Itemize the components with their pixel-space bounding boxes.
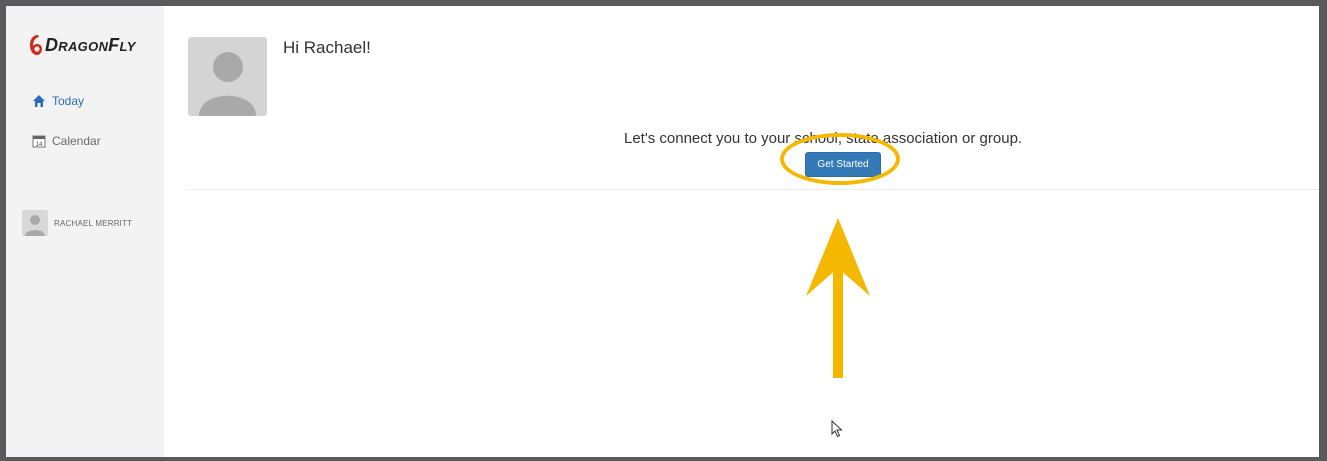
calendar-icon: 14 bbox=[32, 135, 46, 148]
dragonfly-logo-icon bbox=[30, 35, 42, 55]
app-window: DragonFly Today 14 Calendar RACHAEL MERR… bbox=[6, 6, 1319, 457]
up-arrow-icon bbox=[806, 218, 870, 378]
sidebar-item-calendar[interactable]: 14 Calendar bbox=[32, 134, 101, 148]
mouse-cursor-icon bbox=[831, 420, 843, 438]
home-icon bbox=[33, 95, 45, 107]
dragonfly-logo[interactable]: DragonFly bbox=[29, 33, 136, 57]
user-silhouette-icon bbox=[199, 52, 256, 116]
sidebar: DragonFly Today 14 Calendar RACHAEL MERR… bbox=[6, 6, 164, 457]
sidebar-item-label: Calendar bbox=[52, 134, 101, 148]
user-name: RACHAEL MERRITT bbox=[54, 218, 133, 228]
sidebar-item-label: Today bbox=[52, 94, 85, 108]
logo-text: DragonFly bbox=[45, 34, 136, 55]
greeting-title: Hi Rachael! bbox=[283, 38, 371, 57]
profile-avatar[interactable] bbox=[188, 37, 267, 116]
avatar bbox=[22, 210, 48, 236]
user-silhouette-icon bbox=[25, 215, 45, 236]
connect-prompt: Let's connect you to your school, state … bbox=[624, 130, 1023, 147]
sidebar-item-today[interactable]: Today bbox=[32, 94, 84, 108]
sidebar-user-profile[interactable]: RACHAEL MERRITT bbox=[22, 210, 132, 236]
get-started-button[interactable]: Get Started bbox=[805, 152, 881, 177]
divider bbox=[188, 189, 1319, 190]
calendar-day: 14 bbox=[36, 142, 43, 148]
